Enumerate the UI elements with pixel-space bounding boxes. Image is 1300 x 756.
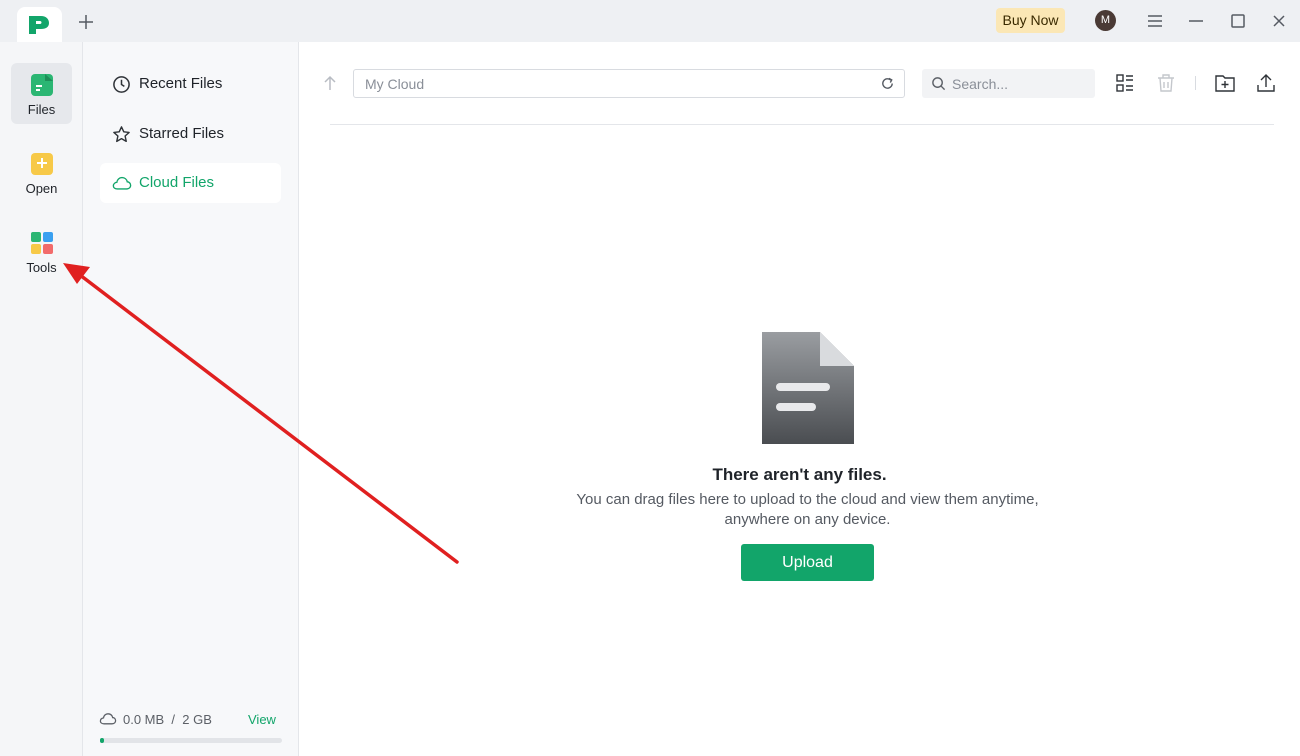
title-bar: Buy Now M <box>0 0 1300 42</box>
delete-button[interactable] <box>1155 72 1177 94</box>
clock-icon <box>113 76 130 93</box>
close-icon <box>1273 15 1285 27</box>
minimize-icon <box>1189 20 1203 22</box>
sidebar-item-recent-files[interactable]: Recent Files <box>100 64 281 104</box>
search-icon <box>932 77 946 91</box>
sidebar-item-starred-files[interactable]: Starred Files <box>100 114 281 154</box>
buy-now-button[interactable]: Buy Now <box>996 8 1065 33</box>
maximize-button[interactable] <box>1228 11 1248 31</box>
minimize-button[interactable] <box>1186 11 1206 31</box>
sidebar-item-cloud-files[interactable]: Cloud Files <box>100 163 281 203</box>
storage-used: 0.0 MB <box>123 712 165 727</box>
storage-view-link[interactable]: View <box>248 712 276 727</box>
open-file-icon <box>31 153 53 175</box>
plus-icon <box>79 15 93 29</box>
path-text: My Cloud <box>365 76 425 92</box>
main-content: My Cloud Search... There aren't any file… <box>299 42 1300 756</box>
empty-state-title: There aren't any files. <box>712 465 887 484</box>
file-sidebar: Recent Files Starred Files Cloud Files 0… <box>83 42 299 756</box>
maximize-icon <box>1231 14 1245 28</box>
rail-item-label: Tools <box>26 260 57 275</box>
empty-state-description: You can drag files here to upload to the… <box>576 491 1039 528</box>
upload-icon <box>1257 74 1275 92</box>
storage-progress-bar <box>100 738 282 743</box>
rail-item-label: Files <box>27 102 56 117</box>
sidebar-item-label: Cloud Files <box>139 174 215 191</box>
toolbar-divider <box>330 124 1274 125</box>
rail-item-files[interactable]: Files <box>11 63 72 124</box>
new-folder-button[interactable] <box>1214 72 1236 94</box>
upload-toolbar-button[interactable] <box>1255 72 1277 94</box>
rail-item-tools[interactable]: Tools <box>11 221 72 282</box>
storage-usage-text: 0.0 MB / 2 GB <box>123 712 212 727</box>
storage-total: 2 GB <box>182 712 212 727</box>
cloud-storage-icon <box>99 713 117 725</box>
path-bar[interactable]: My Cloud <box>353 69 905 98</box>
sidebar-item-label: Recent Files <box>139 75 223 92</box>
menu-button[interactable] <box>1145 11 1165 31</box>
list-view-button[interactable] <box>1114 72 1136 94</box>
toolbar-separator <box>1195 76 1196 90</box>
refresh-icon[interactable] <box>880 76 895 91</box>
new-tab-button[interactable] <box>76 12 96 32</box>
parent-folder-arrow-icon[interactable] <box>323 75 337 91</box>
hamburger-menu-icon <box>1148 15 1162 27</box>
app-logo-icon <box>29 16 49 34</box>
tools-icon <box>31 232 53 254</box>
search-box <box>922 69 1095 98</box>
empty-document-icon <box>762 332 854 444</box>
left-rail: Files Open Tools <box>0 42 83 756</box>
storage-progress-fill <box>100 738 104 743</box>
avatar[interactable]: M <box>1095 10 1116 31</box>
star-icon <box>113 126 130 143</box>
list-view-icon <box>1116 74 1133 92</box>
sidebar-item-label: Starred Files <box>139 125 225 142</box>
trash-icon <box>1158 74 1174 92</box>
close-button[interactable] <box>1269 11 1289 31</box>
storage-separator: / <box>171 712 176 727</box>
search-input[interactable] <box>952 74 1087 93</box>
upload-button[interactable]: Upload <box>741 544 874 581</box>
new-folder-icon <box>1215 75 1235 92</box>
files-icon <box>31 74 53 96</box>
rail-item-label: Open <box>25 181 58 196</box>
cloud-icon <box>112 176 132 190</box>
app-home-tab[interactable] <box>17 7 62 42</box>
rail-item-open[interactable]: Open <box>11 142 72 203</box>
